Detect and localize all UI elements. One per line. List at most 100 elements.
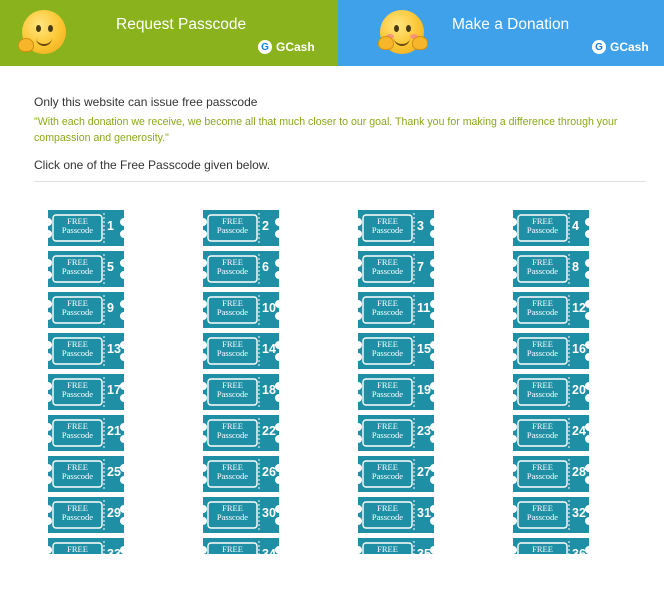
free-passcode-ticket[interactable]: FREEPasscode 36 [511,538,591,554]
free-passcode-ticket[interactable]: FREE Passcode 13 [46,333,126,369]
ticket-label-passcode: Passcode [526,389,559,399]
ticket-label-passcode: Passcode [526,512,559,522]
free-passcode-ticket[interactable]: FREE Passcode 16 [511,333,591,369]
ticket-label: FREEPasscode [519,258,566,279]
free-passcode-ticket[interactable]: FREE Passcode 14 [201,333,281,369]
free-passcode-ticket[interactable]: FREE Passcode 2 [201,210,281,246]
ticket-number: 28 [572,465,586,479]
ticket-label: FREEPasscode [54,422,101,443]
ticket-label-passcode: Passcode [61,266,94,276]
ticket-label-passcode: Passcode [526,471,559,481]
free-passcode-ticket[interactable]: FREE Passcode 20 [511,374,591,410]
free-passcode-ticket[interactable]: FREE Passcode 6 [201,251,281,287]
ticket-number: 17 [107,383,121,397]
free-passcode-ticket[interactable]: FREE Passcode 32 [511,497,591,533]
make-donation-banner[interactable]: Make a Donation G GCash [338,0,664,66]
free-passcode-ticket[interactable]: FREE Passcode 22 [201,415,281,451]
free-passcode-ticket[interactable]: FREE Passcode 21 [46,415,126,451]
free-passcode-ticket[interactable]: FREE Passcode 17 [46,374,126,410]
ticket-number: 27 [417,465,431,479]
free-passcode-ticket[interactable]: FREE Passcode 1 [46,210,126,246]
ticket-label-passcode: Passcode [526,266,559,276]
ticket-number: 34 [262,547,276,554]
ticket-label: FREEPasscode [54,463,101,484]
free-passcode-ticket[interactable]: FREE Passcode 10 [201,292,281,328]
passcode-ticket-grid: FREE Passcode 1 FREE Passcode 5 FREE Passcode 9 F… [46,210,606,554]
ticket-label-passcode: Passcode [216,348,249,358]
ticket-label-passcode: Passcode [526,348,559,358]
ticket-label-passcode: Passcode [216,389,249,399]
ticket-label: FREEPasscode [209,299,256,320]
ticket-label-passcode: Passcode [371,225,404,235]
ticket-label: FREEPasscode [54,217,101,238]
free-passcode-ticket[interactable]: FREE Passcode 4 [511,210,591,246]
free-passcode-ticket[interactable]: FREE Passcode 28 [511,456,591,492]
free-passcode-ticket[interactable]: FREE Passcode 31 [356,497,436,533]
free-passcode-ticket[interactable]: FREE Passcode 7 [356,251,436,287]
gcash-badge: G GCash [258,40,315,54]
ticket-number: 8 [572,260,579,274]
ticket-label-passcode: Passcode [371,430,404,440]
free-passcode-ticket[interactable]: FREE Passcode 27 [356,456,436,492]
ticket-number: 5 [107,260,114,274]
ticket-number: 2 [262,219,269,233]
ticket-label: FREEPasscode [209,422,256,443]
free-passcode-ticket[interactable]: FREE Passcode 25 [46,456,126,492]
ticket-label: FREEPasscode [364,422,411,443]
free-passcode-ticket[interactable]: FREEPasscode 33 [46,538,126,554]
ticket-label: FREEPasscode [519,217,566,238]
ticket-label: FREEPasscode [364,381,411,402]
free-passcode-ticket[interactable]: FREE Passcode 24 [511,415,591,451]
gcash-logo-icon: G [592,40,606,54]
donation-quote: "With each donation we receive, we becom… [34,116,618,144]
request-passcode-banner[interactable]: Request Passcode G GCash [0,0,338,66]
ticket-number: 26 [262,465,276,479]
ticket-label-passcode: Passcode [216,471,249,481]
ticket-label-passcode: Passcode [216,266,249,276]
free-passcode-ticket[interactable]: FREE Passcode 5 [46,251,126,287]
free-passcode-ticket[interactable]: FREE Passcode 12 [511,292,591,328]
ticket-number: 11 [417,301,431,315]
free-passcode-ticket[interactable]: FREE Passcode 8 [511,251,591,287]
free-passcode-ticket[interactable]: FREE Passcode 29 [46,497,126,533]
ticket-number: 24 [572,424,586,438]
ticket-label-passcode: Passcode [371,307,404,317]
free-passcode-ticket[interactable]: FREE Passcode 3 [356,210,436,246]
free-passcode-ticket[interactable]: FREE Passcode 19 [356,374,436,410]
free-passcode-ticket[interactable]: FREE Passcode 15 [356,333,436,369]
ticket-label: FREEPasscode [364,299,411,320]
ticket-label-passcode: Passcode [216,225,249,235]
ticket-label-passcode: Passcode [61,471,94,481]
free-passcode-ticket[interactable]: FREE Passcode 30 [201,497,281,533]
free-passcode-ticket[interactable]: FREE Passcode 26 [201,456,281,492]
free-passcode-ticket[interactable]: FREEPasscode 35 [356,538,436,554]
ticket-number: 14 [262,342,276,356]
ticket-label-passcode: Passcode [371,512,404,522]
ticket-label-passcode: Passcode [61,225,94,235]
ticket-label: FREEPasscode [364,340,411,361]
ticket-label: FREEPasscode [519,422,566,443]
ticket-label: FREEPasscode [54,258,101,279]
ticket-label-passcode: Passcode [216,307,249,317]
free-passcode-ticket[interactable]: FREE Passcode 9 [46,292,126,328]
ticket-number: 19 [417,383,431,397]
free-passcode-ticket[interactable]: FREEPasscode 34 [201,538,281,554]
ticket-label: FREEPasscode [54,381,101,402]
ticket-number: 4 [572,219,579,233]
ticket-label-passcode: Passcode [371,266,404,276]
ticket-label: FREEPasscode [519,504,566,525]
free-passcode-ticket[interactable]: FREE Passcode 18 [201,374,281,410]
ticket-number: 10 [262,301,276,315]
free-passcode-ticket[interactable]: FREE Passcode 11 [356,292,436,328]
ticket-label: FREEPasscode [209,463,256,484]
ticket-label: FREEPasscode [54,504,101,525]
ticket-number: 25 [107,465,121,479]
ticket-label: FREEPasscode [519,340,566,361]
ticket-number: 9 [107,301,114,315]
make-donation-title: Make a Donation [452,16,570,33]
free-passcode-ticket[interactable]: FREE Passcode 23 [356,415,436,451]
ticket-number: 20 [572,383,586,397]
ticket-label-passcode: Passcode [61,430,94,440]
ticket-number: 16 [572,342,586,356]
ticket-label-passcode: Passcode [216,512,249,522]
